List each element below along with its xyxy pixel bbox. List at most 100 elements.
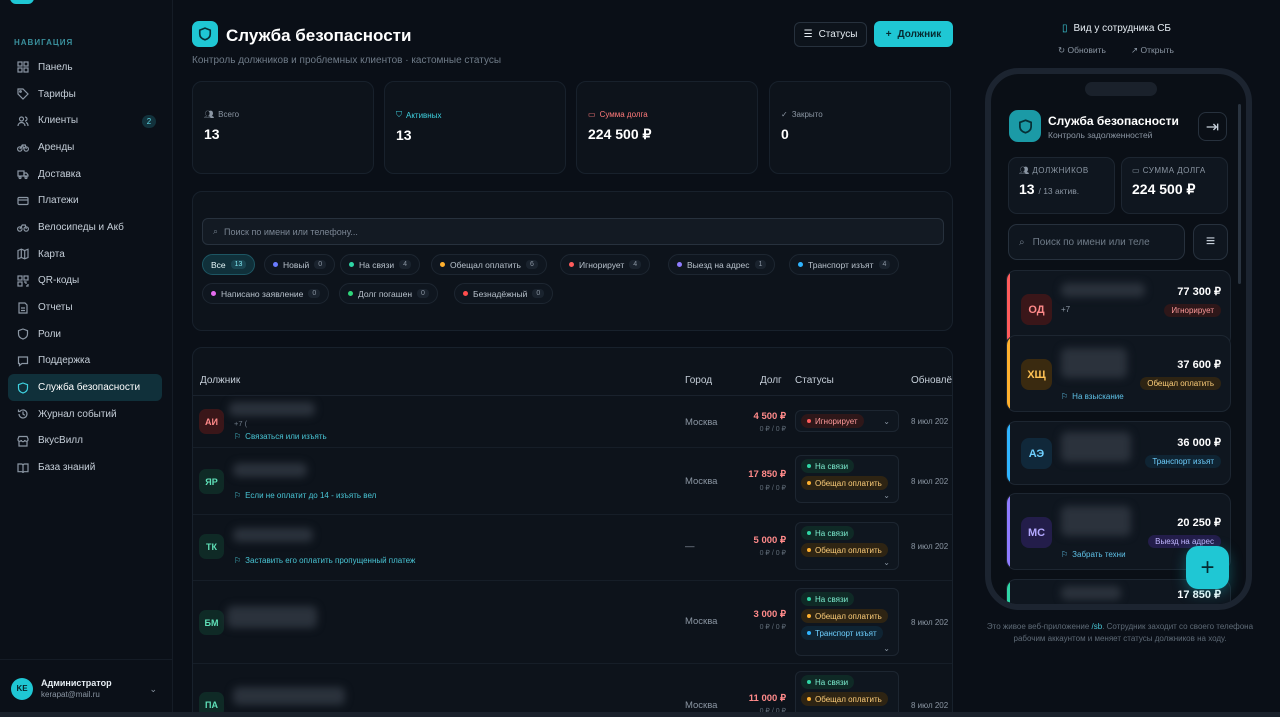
status-select[interactable]: Игнорирует ⌄: [795, 410, 899, 432]
filter-chip-repaid[interactable]: Долг погашен 0: [339, 283, 438, 304]
avatar: ТК: [199, 534, 224, 559]
table-row[interactable]: БМ Москва 3 000 ₽ 0 ₽ / 0 ₽ На связи Обе…: [193, 582, 952, 664]
column-header-updated[interactable]: Обновлё: [911, 375, 952, 386]
phone-search-input[interactable]: ⌕ Поиск по имени или теле: [1008, 224, 1185, 260]
sidebar-item-knowledge[interactable]: База знаний: [8, 454, 162, 481]
card-accent: [1007, 422, 1010, 484]
logout-icon[interactable]: ⇥: [1198, 112, 1227, 141]
filter-chip-statement[interactable]: Написано заявление 0: [202, 283, 330, 304]
sidebar-item-reports[interactable]: Отчеты: [8, 294, 162, 321]
main-content: Служба безопасности Контроль должников и…: [174, 0, 966, 717]
status-badge: Обещал оплатить: [1140, 377, 1221, 390]
filter-chip-ignores[interactable]: Игнорирует 4: [560, 254, 651, 275]
tag-icon: [17, 88, 29, 100]
filter-chip-seized[interactable]: Транспорт изъят 4: [789, 254, 900, 275]
sidebar-item-vkusvill[interactable]: ВкусВилл: [8, 428, 162, 455]
chip-count: 0: [308, 289, 321, 298]
status-dot: [348, 291, 353, 296]
debtor-card[interactable]: АЭ 36 000 ₽ Транспорт изъят: [1006, 421, 1231, 485]
sidebar-item-rentals[interactable]: Аренды: [8, 134, 162, 161]
sidebar-item-support[interactable]: Поддержка: [8, 348, 162, 375]
open-button[interactable]: ↗ Открыть: [1131, 45, 1174, 56]
sidebar-item-payments[interactable]: Платежи: [8, 187, 162, 214]
table-row[interactable]: ТК ⚐ Заставить его оплатить пропущенный п…: [193, 516, 952, 581]
logo[interactable]: [10, 0, 34, 4]
chart-icon: [17, 301, 29, 314]
filter-chip-in-contact[interactable]: На связи 4: [340, 254, 421, 275]
column-header-statuses[interactable]: Статусы: [795, 375, 834, 386]
status-select[interactable]: На связи Обещал оплатить ⌄: [795, 522, 899, 570]
column-header-city[interactable]: Город: [685, 375, 712, 386]
column-header-debtor[interactable]: Должник: [200, 375, 240, 386]
filter-chip-hopeless[interactable]: Безнадёжный 0: [454, 283, 554, 304]
user-menu[interactable]: KE Администратор kerapat@mail.ru ⌄: [0, 659, 173, 717]
filters-panel: ⌕ Все 13 Новый 0 На связи 4 Обещал оплатить…: [192, 191, 953, 331]
filter-chip-all[interactable]: Все 13: [202, 254, 256, 275]
chevron-down-icon[interactable]: ⌄: [883, 558, 890, 567]
sb-link[interactable]: /sb: [1092, 622, 1103, 631]
preview-title: ▯ Вид у сотрудника СБ: [1062, 23, 1171, 34]
sidebar-item-label: Служба безопасности: [38, 382, 141, 394]
status-dot: [807, 697, 811, 701]
sidebar-item-tariffs[interactable]: Тарифы: [8, 81, 162, 108]
table-row[interactable]: ПА Москва 11 000 ₽ 0 ₽ / 0 ₽ На связи Об…: [193, 665, 952, 717]
filter-chip-new[interactable]: Новый 0: [264, 254, 336, 275]
add-debtor-fab[interactable]: +: [1186, 546, 1229, 589]
debtor-card[interactable]: ХЩ 37 600 ₽ Обещал оплатить ⚐ На взыскани…: [1006, 335, 1231, 412]
debtor-note[interactable]: ⚐ Если не оплатит до 14 - изъять вел: [234, 491, 376, 500]
debtor-note[interactable]: ⚐ Заставить его оплатить пропущенный плат…: [234, 556, 415, 565]
preview-note: Это живое веб-приложение /sb. Сотрудник …: [985, 621, 1255, 646]
sidebar-item-panel[interactable]: Панель: [8, 54, 162, 81]
chip-label: Обещал оплатить: [450, 259, 521, 270]
scrollbar[interactable]: [1238, 104, 1241, 284]
sort-icon[interactable]: ≡: [1193, 224, 1228, 260]
chip-label: Безнадёжный: [473, 288, 528, 299]
chevron-down-icon[interactable]: ⌄: [883, 644, 890, 653]
status-text: Обещал оплатить: [815, 478, 882, 488]
debt-paid: 0 ₽ / 0 ₽: [759, 426, 786, 433]
stat-label: ▭ Сумма долга: [588, 110, 757, 119]
avatar: АИ: [199, 409, 224, 434]
sidebar-item-delivery[interactable]: Доставка: [8, 161, 162, 188]
avatar: ХЩ: [1021, 359, 1052, 390]
chip-count: 1: [754, 260, 767, 269]
sidebar-item-roles[interactable]: Роли: [8, 321, 162, 348]
status-select[interactable]: На связи Обещал оплатить Транспорт изъят…: [795, 588, 899, 656]
shield-icon: [1009, 110, 1041, 142]
sidebar-item-event-log[interactable]: Журнал событий: [8, 401, 162, 428]
sidebar-item-map[interactable]: Карта: [8, 241, 162, 268]
column-header-debt[interactable]: Долг: [760, 375, 782, 386]
table-row[interactable]: ЯР ⚐ Если не оплатит до 14 - изъять вел М…: [193, 449, 952, 515]
sidebar-item-label: Тарифы: [38, 88, 76, 100]
search-box[interactable]: ⌕: [202, 218, 944, 245]
status-dot: [463, 291, 468, 296]
stat-label-text: Сумма долга: [599, 110, 648, 119]
sidebar-item-qr[interactable]: QR-коды: [8, 268, 162, 295]
statuses-button[interactable]: ☰ Статусы: [794, 22, 867, 47]
history-icon: [17, 408, 29, 420]
refresh-button[interactable]: ↻ Обновить: [1058, 45, 1106, 56]
status-pill: На связи: [801, 459, 855, 473]
sidebar-item-clients[interactable]: Клиенты 2: [8, 107, 162, 134]
filter-chip-promised[interactable]: Обещал оплатить 6: [431, 254, 547, 275]
search-input[interactable]: [224, 226, 825, 237]
search-icon: ⌕: [213, 226, 219, 236]
status-select[interactable]: На связи Обещал оплатить: [795, 671, 899, 717]
chevron-down-icon[interactable]: ⌄: [883, 417, 890, 426]
filter-chip-visit[interactable]: Выезд на адрес 1: [668, 254, 776, 275]
add-debtor-button[interactable]: + Должник: [874, 21, 953, 47]
debtor-note[interactable]: ⚐ Связаться или изъять: [234, 432, 327, 441]
chevron-down-icon[interactable]: ⌄: [883, 491, 890, 500]
status-select[interactable]: На связи Обещал оплатить ⌄: [795, 455, 899, 503]
status-dot: [807, 680, 811, 684]
sidebar-item-label: Карта: [38, 248, 65, 260]
sidebar-item-bikes[interactable]: Велосипеды и Акб: [8, 214, 162, 241]
stat-label: 👥︎ Всего: [204, 110, 373, 119]
card-amount: 77 300 ₽: [1177, 286, 1221, 298]
chevron-down-icon[interactable]: ⌄: [149, 684, 157, 695]
chip-label: Игнорирует: [579, 259, 625, 270]
sidebar: НАВИГАЦИЯ Панель Тарифы Клиенты 2 Аренды: [0, 0, 173, 717]
stat-value: 13 / 13 актив.: [1019, 181, 1114, 197]
table-row[interactable]: АИ +7 ( ⚐ Связаться или изъять Москва 4 5…: [193, 396, 952, 448]
sidebar-item-security[interactable]: Служба безопасности: [8, 374, 162, 401]
